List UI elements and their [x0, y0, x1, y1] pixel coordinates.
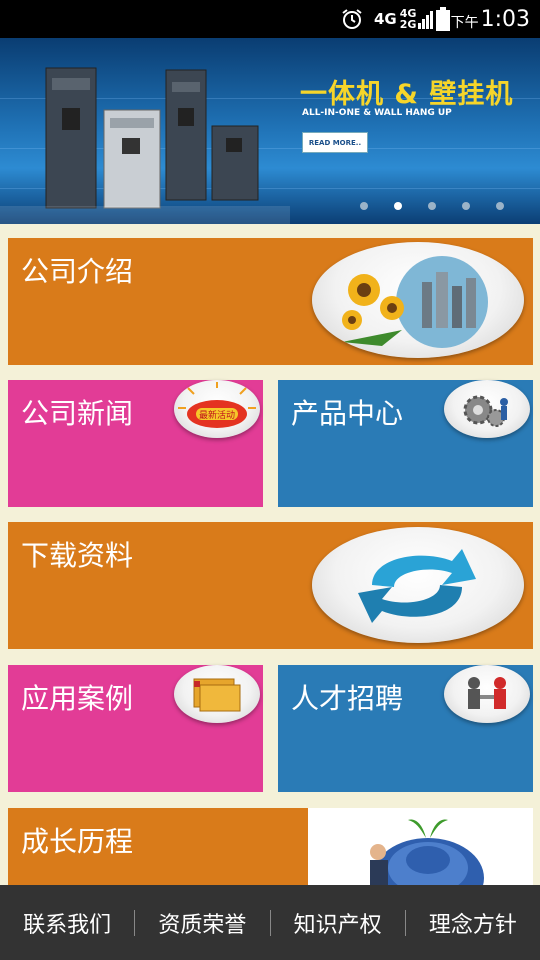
banner-title: 一体机 & 壁挂机: [300, 79, 514, 110]
download-arrows-image: [312, 527, 524, 643]
banner-subtitle: ALL-IN-ONE & WALL HANG UP: [302, 108, 452, 118]
network-label-b: 2G: [399, 18, 417, 31]
tile-label: 公司介绍: [21, 255, 134, 288]
status-bar: 4G 4G 2G 下午 1:03: [0, 0, 540, 38]
carousel-dot[interactable]: [462, 202, 470, 210]
nav-contact-us[interactable]: 联系我们: [0, 907, 134, 939]
inverter-products-image: [0, 67, 290, 224]
nav-intellectual-property[interactable]: 知识产权: [271, 907, 405, 939]
carousel-dot[interactable]: [360, 202, 368, 210]
sunflower-city-image: [312, 242, 524, 358]
tile-company-intro[interactable]: 公司介绍: [8, 238, 533, 365]
carousel-dot[interactable]: [496, 202, 504, 210]
carousel-dot-active[interactable]: [394, 202, 402, 210]
tile-label: 下载资料: [21, 539, 134, 572]
news-badge-text: 最新活动: [199, 409, 235, 421]
bottom-navigation: 联系我们 资质荣誉 知识产权 理念方针: [0, 885, 540, 960]
carousel-indicator: [360, 202, 504, 210]
network-label-4g: 4G: [374, 9, 397, 28]
alarm-clock-icon: [340, 0, 364, 38]
gears-worker-image: [444, 380, 530, 438]
network-indicator: 4G 4G 2G: [374, 0, 434, 38]
clock: 下午 1:03: [451, 0, 530, 38]
tile-company-news[interactable]: 公司新闻 最新活动: [8, 380, 263, 507]
read-more-button[interactable]: READ MORE..: [302, 132, 368, 153]
clock-time: 1:03: [480, 6, 530, 32]
handshake-figures-image: [444, 665, 530, 723]
tile-label: 应用案例: [21, 682, 134, 715]
banner-carousel[interactable]: 一体机 & 壁挂机 ALL-IN-ONE & WALL HANG UP READ…: [0, 38, 540, 224]
tile-label: 产品中心: [291, 397, 404, 430]
tile-recruitment[interactable]: 人才招聘: [278, 665, 533, 792]
tile-product-center[interactable]: 产品中心: [278, 380, 533, 507]
battery-icon: [436, 0, 450, 38]
clock-ampm: 下午: [450, 15, 479, 31]
nav-philosophy[interactable]: 理念方针: [406, 907, 540, 939]
news-badge-image: 最新活动: [174, 380, 260, 438]
tile-label: 公司新闻: [21, 397, 134, 430]
nav-qualifications[interactable]: 资质荣誉: [135, 907, 269, 939]
tile-label: 人才招聘: [291, 682, 404, 715]
carousel-dot[interactable]: [428, 202, 436, 210]
signal-icon: [418, 11, 434, 29]
folders-image: [174, 665, 260, 723]
tile-downloads[interactable]: 下载资料: [8, 522, 533, 649]
tile-application-cases[interactable]: 应用案例: [8, 665, 263, 792]
tile-label: 成长历程: [21, 825, 134, 858]
